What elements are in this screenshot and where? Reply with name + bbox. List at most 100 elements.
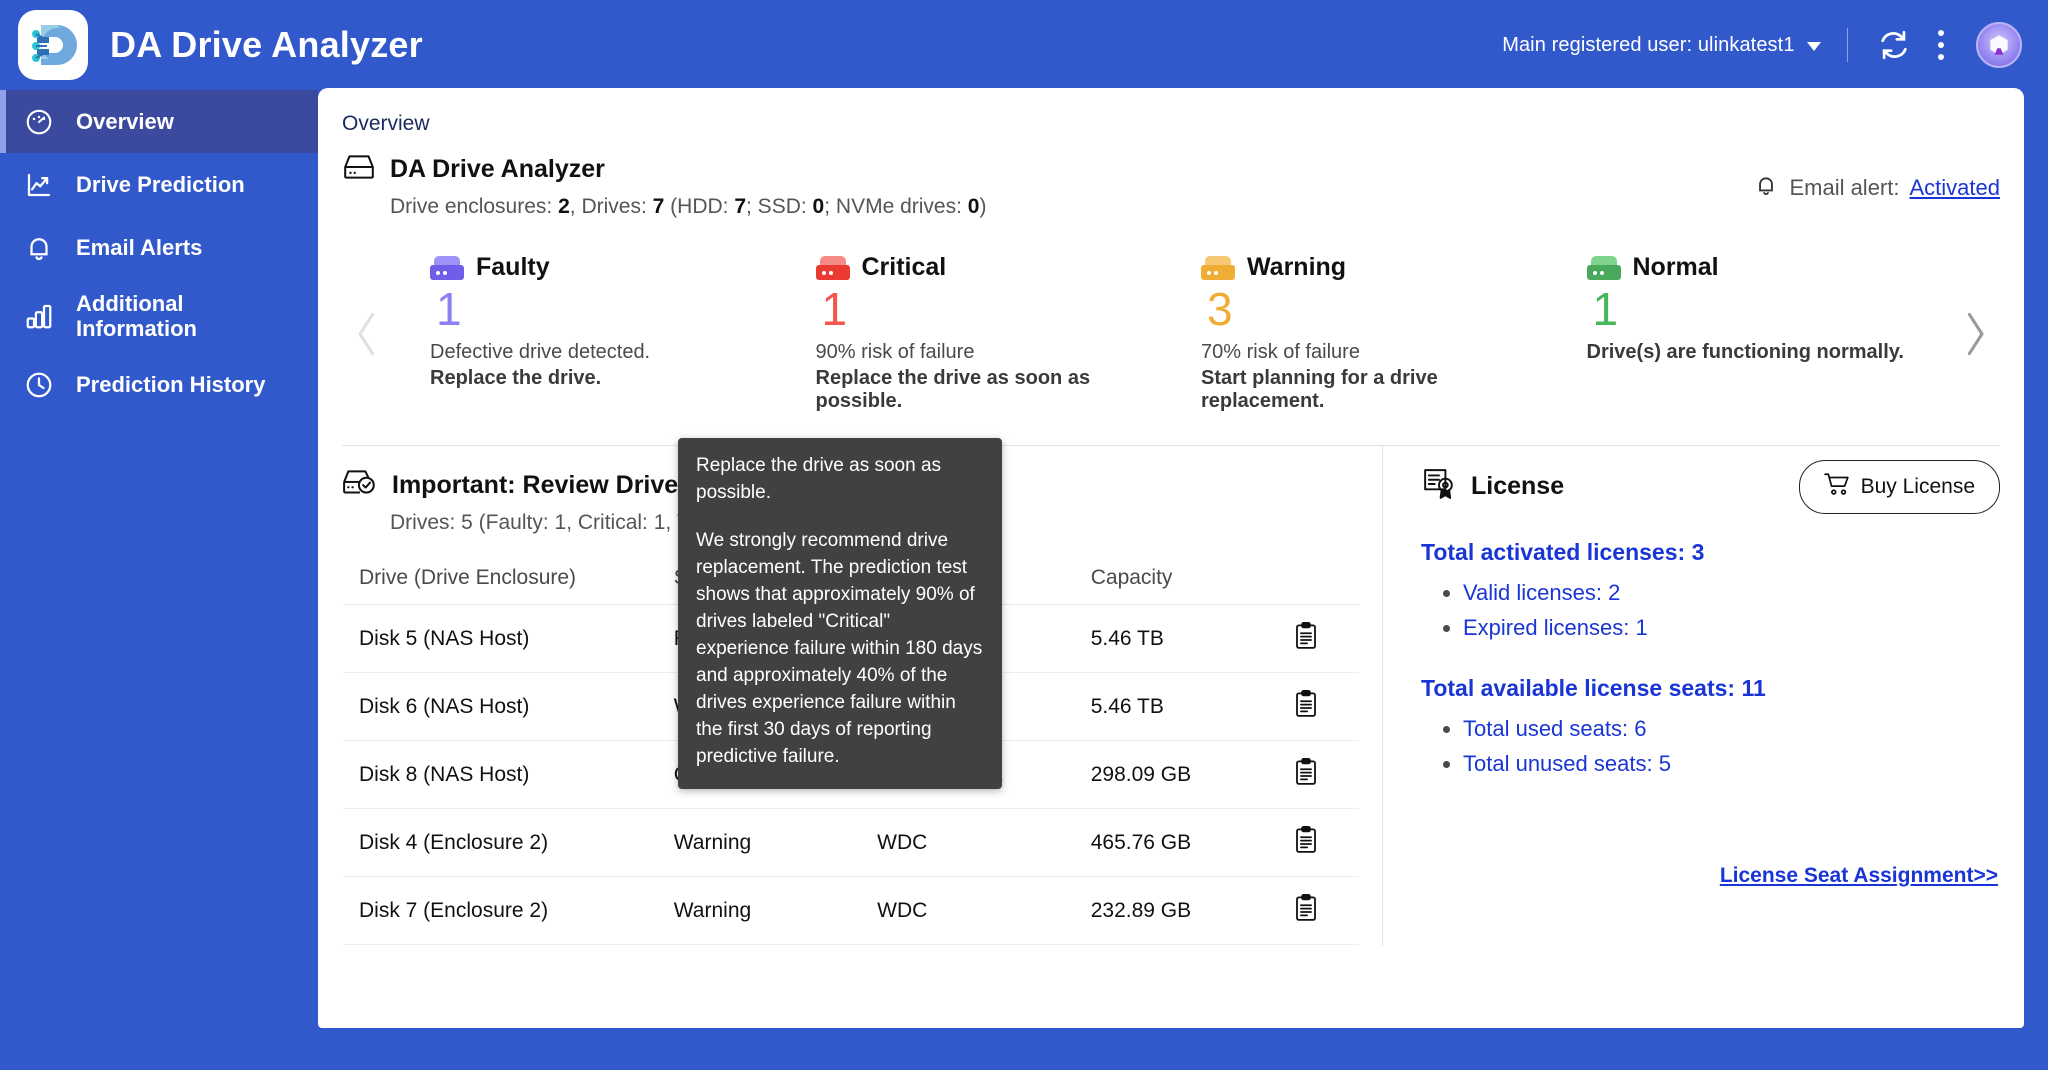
buy-license-button[interactable]: Buy License <box>1798 460 2000 514</box>
status-card-desc2: Replace the drive. <box>430 366 602 389</box>
drive-status-icon <box>1201 255 1235 280</box>
list-item: Total unused seats: 5 <box>1463 751 2000 777</box>
email-alert-link[interactable]: Activated <box>1910 175 2001 201</box>
report-icon[interactable] <box>1278 672 1359 741</box>
registered-user-menu[interactable]: Main registered user: ulinkatest1 <box>1502 34 1821 57</box>
cell-drive: Disk 5 (NAS Host) <box>343 604 658 673</box>
status-card-count: 1 <box>821 283 848 335</box>
chevron-right-icon[interactable] <box>1952 299 1998 369</box>
table-row[interactable]: Disk 4 (Enclosure 2) Warning WDC 465.76 … <box>343 808 1359 877</box>
hdd-label: (HDD: <box>670 195 729 218</box>
cell-capacity: 465.76 GB <box>1074 808 1279 877</box>
registered-user-label: Main registered user: ulinkatest1 <box>1502 33 1795 56</box>
closing-paren: ) <box>979 195 987 218</box>
sidebar-item-label-line1: Additional <box>76 290 184 316</box>
list-item: Expired licenses: 1 <box>1463 615 2000 641</box>
status-card-name: Critical <box>861 253 947 281</box>
summary-title-row: DA Drive Analyzer <box>342 152 986 187</box>
cell-capacity: 5.46 TB <box>1074 672 1279 741</box>
status-card-desc2: Start planning for a drive replacement. <box>1201 366 1438 412</box>
summary-header: DA Drive Analyzer Drive enclosures: 2, D… <box>318 136 2024 219</box>
ssd-label: ; SSD: <box>746 195 807 218</box>
status-card-header: Warning <box>1201 253 1557 282</box>
license-panel: License Buy License Total activated lice… <box>1383 446 2000 946</box>
drives-value: 7 <box>652 195 665 218</box>
cell-capacity: 232.89 GB <box>1074 876 1279 945</box>
ssd-value: 0 <box>812 195 825 218</box>
valid-licenses-label: Valid licenses: <box>1463 580 1602 605</box>
sidebar-item-label-line2: Information <box>76 316 197 341</box>
status-card-count: 1 <box>436 283 462 335</box>
cell-capacity: 298.09 GB <box>1074 740 1279 809</box>
sidebar-item-prediction-history[interactable]: Prediction History <box>0 353 318 416</box>
report-icon[interactable] <box>1278 740 1359 809</box>
column-header-capacity: Capacity <box>1074 552 1279 605</box>
valid-licenses-value: 2 <box>1608 580 1621 605</box>
status-card-desc1: 70% risk of failure <box>1201 340 1360 363</box>
cell-drive: Disk 8 (NAS Host) <box>343 740 658 809</box>
report-icon[interactable] <box>1278 604 1359 673</box>
gauge-icon <box>22 105 56 139</box>
sidebar-item-additional-information[interactable]: Additional Information <box>0 279 318 353</box>
summary-subtitle: Drive enclosures: 2, Drives: 7 (HDD: 7; … <box>390 195 987 218</box>
refresh-icon[interactable] <box>1874 25 1914 65</box>
sidebar-item-drive-prediction[interactable]: Drive Prediction <box>0 153 318 216</box>
drive-analyzer-logo-icon <box>18 10 88 80</box>
drive-status-icon <box>430 255 464 280</box>
used-seats-label: Total used seats: <box>1463 716 1629 741</box>
user-avatar[interactable] <box>1976 22 2022 68</box>
sidebar-item-label: Overview <box>76 108 174 134</box>
status-card-warning[interactable]: Warning 3 70% risk of failure Start plan… <box>1171 253 1557 423</box>
bell-icon <box>22 231 56 265</box>
main-content-panel: Overview DA Drive Analyzer Drive enclosu… <box>318 88 2024 1028</box>
shopping-cart-icon <box>1823 472 1850 502</box>
sidebar-item-overview[interactable]: Overview <box>0 90 318 153</box>
column-header-drive: Drive (Drive Enclosure) <box>343 552 658 605</box>
total-activated-label: Total activated licenses: <box>1421 539 1686 565</box>
license-breakdown-list: Valid licenses: 2 Expired licenses: 1 <box>1463 580 2000 641</box>
table-empty-cell <box>343 945 1359 1029</box>
summary-title: DA Drive Analyzer <box>390 155 605 183</box>
nvme-label: ; NVMe drives: <box>824 195 962 218</box>
unused-seats-value: 5 <box>1658 751 1671 776</box>
total-activated-licenses: Total activated licenses: 3 <box>1421 539 2000 566</box>
license-seat-assignment-link[interactable]: License Seat Assignment>> <box>1720 864 1998 888</box>
cell-severity: Warning <box>657 808 862 877</box>
status-card-normal[interactable]: Normal 1 Drive(s) are functioning normal… <box>1557 253 1943 423</box>
report-icon[interactable] <box>1278 876 1359 945</box>
status-card-name: Normal <box>1632 253 1719 281</box>
report-icon[interactable] <box>1278 808 1359 877</box>
email-alert-label: Email alert: <box>1789 175 1900 200</box>
drive-icon <box>342 152 376 187</box>
status-card-header: Normal <box>1586 253 1943 282</box>
lower-panels: Important: Review Drive Status Drives: 5… <box>318 446 2024 1028</box>
unused-seats-label: Total unused seats: <box>1463 751 1653 776</box>
status-card-faulty[interactable]: Faulty 1 Defective drive detected. Repla… <box>400 253 786 423</box>
app-title: DA Drive Analyzer <box>110 24 423 65</box>
email-alert-status: Email alert: Activated <box>1753 152 2000 204</box>
status-card-critical[interactable]: Critical 1 90% risk of failure Replace t… <box>786 253 1172 423</box>
status-card-desc1: 90% risk of failure <box>815 340 975 363</box>
sidebar-item-label: Email Alerts <box>76 234 203 260</box>
total-available-seats: Total available license seats: 11 <box>1421 675 2000 702</box>
table-row[interactable]: Disk 7 (Enclosure 2) Warning WDC 232.89 … <box>343 876 1359 945</box>
divider <box>1847 28 1848 62</box>
buy-license-label: Buy License <box>1860 475 1975 498</box>
expired-licenses-label: Expired licenses: <box>1463 615 1630 640</box>
license-panel-title: License <box>1471 472 1565 500</box>
column-header-action <box>1278 552 1359 605</box>
sidebar-item-email-alerts[interactable]: Email Alerts <box>0 216 318 279</box>
expired-licenses-value: 1 <box>1635 615 1648 640</box>
line-chart-icon <box>22 168 56 202</box>
status-card-header: Faulty <box>430 253 786 282</box>
nvme-value: 0 <box>967 195 980 218</box>
chevron-left-icon[interactable] <box>344 299 390 369</box>
sidebar-item-label: Additional Information <box>76 291 197 342</box>
cell-capacity: 5.46 TB <box>1074 604 1279 673</box>
total-seats-value: 11 <box>1741 675 1766 701</box>
application-window: DA Drive Analyzer Main registered user: … <box>0 0 2048 1070</box>
hdd-value: 7 <box>734 195 747 218</box>
bell-icon <box>1753 172 1779 204</box>
kebab-menu-icon[interactable] <box>1926 25 1956 65</box>
used-seats-value: 6 <box>1634 716 1647 741</box>
